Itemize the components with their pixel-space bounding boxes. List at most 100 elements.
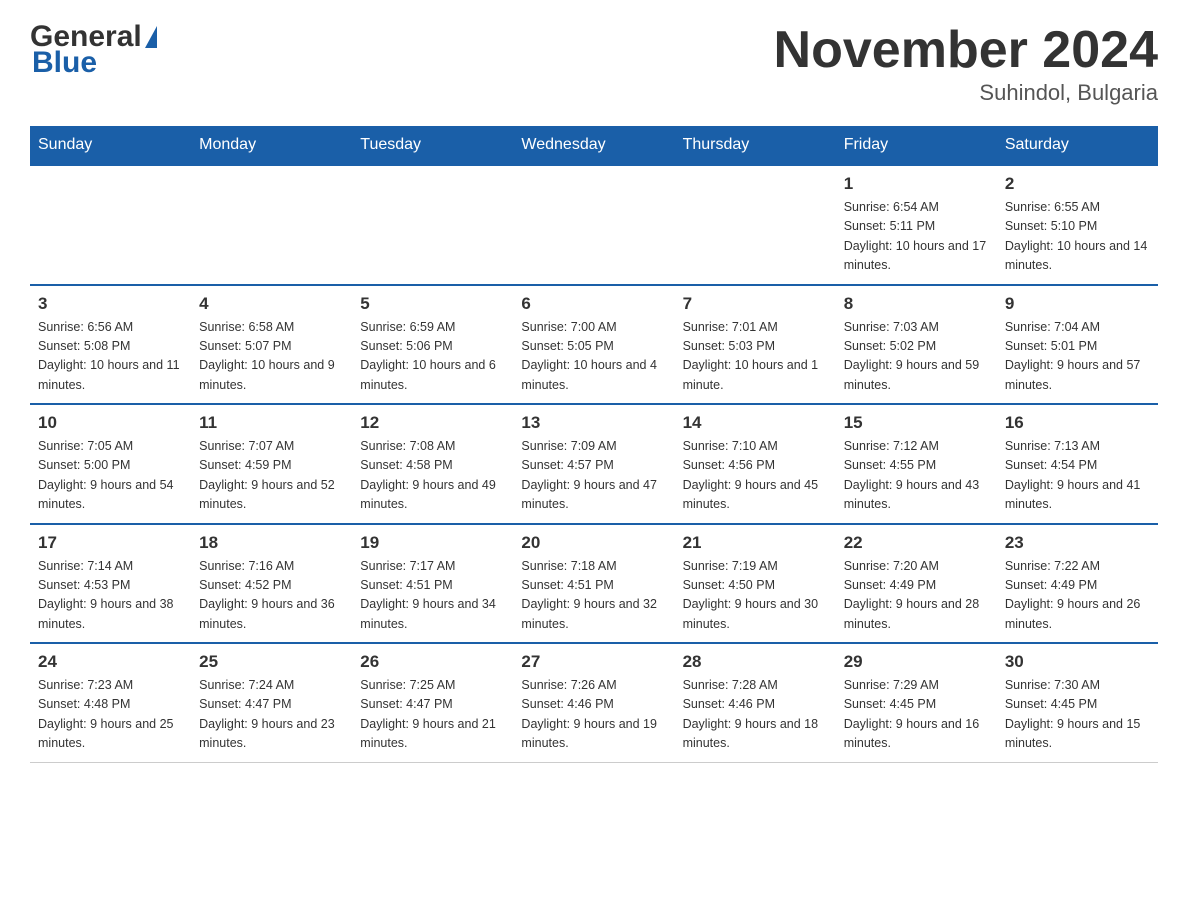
- day-info: Sunrise: 6:56 AMSunset: 5:08 PMDaylight:…: [38, 318, 183, 396]
- calendar-cell-week5-day6: 29 Sunrise: 7:29 AMSunset: 4:45 PMDayligh…: [836, 643, 997, 762]
- location: Suhindol, Bulgaria: [774, 80, 1158, 106]
- day-number: 29: [844, 652, 989, 672]
- header-thursday: Thursday: [675, 126, 836, 165]
- day-info: Sunrise: 7:10 AMSunset: 4:56 PMDaylight:…: [683, 437, 828, 515]
- calendar-week-1: 1 Sunrise: 6:54 AMSunset: 5:11 PMDaylight…: [30, 165, 1158, 285]
- page-header: General Blue November 2024 Suhindol, Bul…: [30, 20, 1158, 106]
- calendar-cell-week2-day5: 7 Sunrise: 7:01 AMSunset: 5:03 PMDaylight…: [675, 285, 836, 405]
- day-number: 14: [683, 413, 828, 433]
- logo-triangle-icon: [145, 26, 157, 48]
- day-info: Sunrise: 7:29 AMSunset: 4:45 PMDaylight:…: [844, 676, 989, 754]
- day-number: 21: [683, 533, 828, 553]
- calendar-cell-week5-day4: 27Sunrise: 7:26 AMSunset: 4:46 PMDayligh…: [513, 643, 674, 762]
- calendar-cell-week2-day4: 6 Sunrise: 7:00 AMSunset: 5:05 PMDaylight…: [513, 285, 674, 405]
- day-info: Sunrise: 7:20 AMSunset: 4:49 PMDaylight:…: [844, 557, 989, 635]
- calendar-cell-week5-day5: 28 Sunrise: 7:28 AMSunset: 4:46 PMDayligh…: [675, 643, 836, 762]
- header-sunday: Sunday: [30, 126, 191, 165]
- day-number: 20: [521, 533, 666, 553]
- day-info: Sunrise: 7:01 AMSunset: 5:03 PMDaylight:…: [683, 318, 828, 396]
- calendar-cell-week5-day2: 25 Sunrise: 7:24 AMSunset: 4:47 PMDayligh…: [191, 643, 352, 762]
- day-number: 11: [199, 413, 344, 433]
- day-info: Sunrise: 7:24 AMSunset: 4:47 PMDaylight:…: [199, 676, 344, 754]
- calendar-cell-week5-day3: 26Sunrise: 7:25 AMSunset: 4:47 PMDayligh…: [352, 643, 513, 762]
- calendar-cell-week2-day3: 5 Sunrise: 6:59 AMSunset: 5:06 PMDaylight…: [352, 285, 513, 405]
- calendar-cell-week4-day1: 17 Sunrise: 7:14 AMSunset: 4:53 PMDayligh…: [30, 524, 191, 644]
- day-number: 3: [38, 294, 183, 314]
- calendar-cell-week1-day1: [30, 165, 191, 285]
- header-monday: Monday: [191, 126, 352, 165]
- calendar-cell-week5-day7: 30Sunrise: 7:30 AMSunset: 4:45 PMDayligh…: [997, 643, 1158, 762]
- day-info: Sunrise: 7:14 AMSunset: 4:53 PMDaylight:…: [38, 557, 183, 635]
- logo-blue-text: Blue: [32, 46, 97, 80]
- day-info: Sunrise: 6:59 AMSunset: 5:06 PMDaylight:…: [360, 318, 505, 396]
- day-info: Sunrise: 6:54 AMSunset: 5:11 PMDaylight:…: [844, 198, 989, 276]
- day-info: Sunrise: 7:08 AMSunset: 4:58 PMDaylight:…: [360, 437, 505, 515]
- calendar-cell-week4-day3: 19Sunrise: 7:17 AMSunset: 4:51 PMDayligh…: [352, 524, 513, 644]
- calendar-week-3: 10 Sunrise: 7:05 AMSunset: 5:00 PMDayligh…: [30, 404, 1158, 524]
- day-info: Sunrise: 7:23 AMSunset: 4:48 PMDaylight:…: [38, 676, 183, 754]
- day-info: Sunrise: 7:18 AMSunset: 4:51 PMDaylight:…: [521, 557, 666, 635]
- day-number: 24: [38, 652, 183, 672]
- calendar-cell-week2-day1: 3 Sunrise: 6:56 AMSunset: 5:08 PMDaylight…: [30, 285, 191, 405]
- day-info: Sunrise: 7:16 AMSunset: 4:52 PMDaylight:…: [199, 557, 344, 635]
- day-number: 15: [844, 413, 989, 433]
- day-number: 2: [1005, 174, 1150, 194]
- day-number: 19: [360, 533, 505, 553]
- calendar-cell-week1-day6: 1 Sunrise: 6:54 AMSunset: 5:11 PMDaylight…: [836, 165, 997, 285]
- day-info: Sunrise: 7:09 AMSunset: 4:57 PMDaylight:…: [521, 437, 666, 515]
- header-friday: Friday: [836, 126, 997, 165]
- calendar-cell-week3-day2: 11Sunrise: 7:07 AMSunset: 4:59 PMDayligh…: [191, 404, 352, 524]
- day-info: Sunrise: 7:19 AMSunset: 4:50 PMDaylight:…: [683, 557, 828, 635]
- day-info: Sunrise: 7:22 AMSunset: 4:49 PMDaylight:…: [1005, 557, 1150, 635]
- day-number: 1: [844, 174, 989, 194]
- day-info: Sunrise: 7:00 AMSunset: 5:05 PMDaylight:…: [521, 318, 666, 396]
- day-number: 13: [521, 413, 666, 433]
- calendar-cell-week3-day3: 12 Sunrise: 7:08 AMSunset: 4:58 PMDayligh…: [352, 404, 513, 524]
- calendar-cell-week1-day4: [513, 165, 674, 285]
- day-number: 22: [844, 533, 989, 553]
- day-info: Sunrise: 7:13 AMSunset: 4:54 PMDaylight:…: [1005, 437, 1150, 515]
- calendar-cell-week1-day7: 2 Sunrise: 6:55 AMSunset: 5:10 PMDaylight…: [997, 165, 1158, 285]
- calendar-header-row: SundayMondayTuesdayWednesdayThursdayFrid…: [30, 126, 1158, 165]
- logo: General Blue: [30, 20, 157, 80]
- calendar-cell-week3-day1: 10 Sunrise: 7:05 AMSunset: 5:00 PMDayligh…: [30, 404, 191, 524]
- day-number: 8: [844, 294, 989, 314]
- day-info: Sunrise: 7:03 AMSunset: 5:02 PMDaylight:…: [844, 318, 989, 396]
- calendar-cell-week4-day5: 21 Sunrise: 7:19 AMSunset: 4:50 PMDayligh…: [675, 524, 836, 644]
- day-number: 9: [1005, 294, 1150, 314]
- month-title: November 2024: [774, 20, 1158, 80]
- day-number: 28: [683, 652, 828, 672]
- day-info: Sunrise: 7:30 AMSunset: 4:45 PMDaylight:…: [1005, 676, 1150, 754]
- day-number: 27: [521, 652, 666, 672]
- calendar-week-2: 3 Sunrise: 6:56 AMSunset: 5:08 PMDaylight…: [30, 285, 1158, 405]
- day-info: Sunrise: 6:55 AMSunset: 5:10 PMDaylight:…: [1005, 198, 1150, 276]
- calendar-cell-week4-day6: 22 Sunrise: 7:20 AMSunset: 4:49 PMDayligh…: [836, 524, 997, 644]
- day-info: Sunrise: 7:28 AMSunset: 4:46 PMDaylight:…: [683, 676, 828, 754]
- day-number: 17: [38, 533, 183, 553]
- day-info: Sunrise: 7:05 AMSunset: 5:00 PMDaylight:…: [38, 437, 183, 515]
- calendar-cell-week3-day5: 14 Sunrise: 7:10 AMSunset: 4:56 PMDayligh…: [675, 404, 836, 524]
- day-info: Sunrise: 6:58 AMSunset: 5:07 PMDaylight:…: [199, 318, 344, 396]
- day-number: 25: [199, 652, 344, 672]
- calendar-cell-week1-day3: [352, 165, 513, 285]
- calendar-cell-week3-day7: 16 Sunrise: 7:13 AMSunset: 4:54 PMDayligh…: [997, 404, 1158, 524]
- header-tuesday: Tuesday: [352, 126, 513, 165]
- day-number: 4: [199, 294, 344, 314]
- day-number: 7: [683, 294, 828, 314]
- calendar-cell-week3-day6: 15Sunrise: 7:12 AMSunset: 4:55 PMDayligh…: [836, 404, 997, 524]
- day-number: 5: [360, 294, 505, 314]
- day-number: 12: [360, 413, 505, 433]
- day-number: 6: [521, 294, 666, 314]
- calendar-cell-week3-day4: 13 Sunrise: 7:09 AMSunset: 4:57 PMDayligh…: [513, 404, 674, 524]
- day-number: 10: [38, 413, 183, 433]
- day-number: 16: [1005, 413, 1150, 433]
- calendar-cell-week4-day7: 23Sunrise: 7:22 AMSunset: 4:49 PMDayligh…: [997, 524, 1158, 644]
- calendar-cell-week1-day2: [191, 165, 352, 285]
- calendar-cell-week4-day2: 18Sunrise: 7:16 AMSunset: 4:52 PMDayligh…: [191, 524, 352, 644]
- calendar-table: SundayMondayTuesdayWednesdayThursdayFrid…: [30, 126, 1158, 763]
- title-block: November 2024 Suhindol, Bulgaria: [774, 20, 1158, 106]
- calendar-cell-week2-day6: 8 Sunrise: 7:03 AMSunset: 5:02 PMDaylight…: [836, 285, 997, 405]
- day-info: Sunrise: 7:25 AMSunset: 4:47 PMDaylight:…: [360, 676, 505, 754]
- calendar-cell-week2-day2: 4 Sunrise: 6:58 AMSunset: 5:07 PMDaylight…: [191, 285, 352, 405]
- header-saturday: Saturday: [997, 126, 1158, 165]
